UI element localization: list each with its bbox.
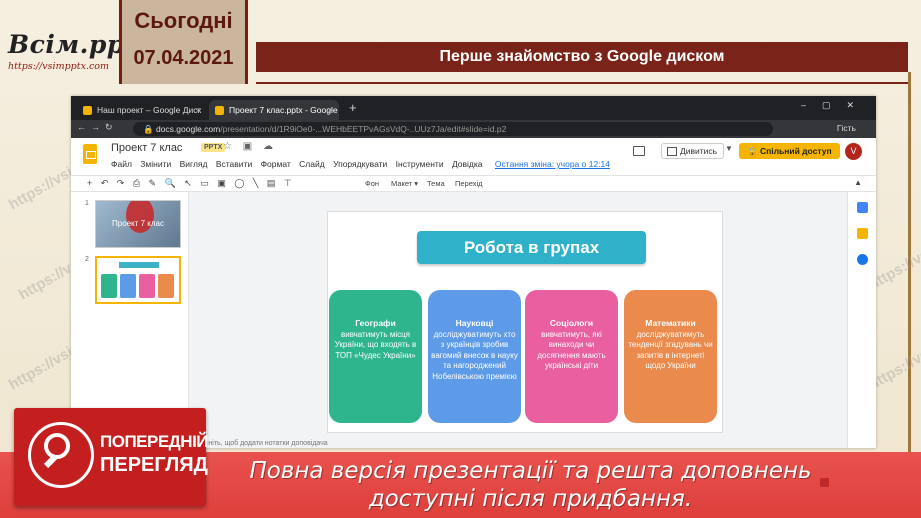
slide-number: 2 [85,256,89,263]
menu-arrange[interactable]: Упорядкувати [333,159,387,169]
profile-button[interactable]: Гість [837,123,856,133]
close-icon[interactable]: × [328,100,333,120]
address-bar: ←→↻ 🔒 docs.google.com/presentation/d/1R9… [71,120,876,138]
chevron-up-icon[interactable]: ▲ [854,178,862,187]
title-icons[interactable]: ☆ ▣ ☁ [223,141,277,152]
document-title[interactable]: Проект 7 клас [111,142,182,154]
preview-badge: ПОПЕРЕДНІЙ ПЕРЕГЛЯД [14,408,209,506]
slide-canvas: Робота в групах Географи вивчатимуть міс… [189,192,857,448]
slide[interactable]: Робота в групах Географи вивчатимуть міс… [327,211,723,433]
url-path: /presentation/d/1R9iOe0-...WEHbEETPvAGsV… [220,124,507,134]
layout-button[interactable]: Макет ▾ [391,179,418,188]
date-value: 07.04.2021 [133,47,234,69]
side-panel [847,192,876,448]
theme-button[interactable]: Тема [427,179,445,188]
close-icon[interactable]: × [196,100,201,120]
page-title: Перше знайомство з Google диском [256,42,908,72]
slides-logo-icon[interactable] [83,144,97,164]
thumbnail-title-bar [119,262,159,268]
share-label: Спільний доступ [759,146,832,156]
menu-edit[interactable]: Змінити [140,159,171,169]
toolbar-icons[interactable]: + ↶ ↷ ⎙ ✎ 🔍 ↖ ▭ ▣ ◯ ╲ ▤ ⊤ [87,178,295,189]
drive-icon [83,106,92,115]
slide-thumbnail-selected[interactable] [95,256,181,304]
browser-tab-slides[interactable]: Проект 7 клас.pptx - Google Пр... × [209,100,339,135]
menu-view[interactable]: Вигляд [180,159,208,169]
card-heading: Соціологи [549,318,594,328]
url-field[interactable]: 🔒 docs.google.com/presentation/d/1R9iOe0… [133,122,773,136]
avatar[interactable]: V [845,143,862,160]
logo-text: Всім.pptx [8,30,153,59]
tasks-icon[interactable] [857,254,868,265]
present-button[interactable]: Дивитись [661,143,725,159]
browser-window: Наш проект – Google Диск × Проект 7 клас… [71,96,876,448]
logo-url: https://vsimpptx.com [8,61,110,72]
menu-file[interactable]: Файл [111,159,132,169]
menu-insert[interactable]: Вставити [216,159,252,169]
slide-heading[interactable]: Робота в групах [417,231,646,264]
menu-slide[interactable]: Слайд [299,159,325,169]
transition-button[interactable]: Перехід [455,179,483,188]
window-controls[interactable]: –▢✕ [801,100,870,111]
chevron-down-icon[interactable]: ▼ [725,144,733,153]
background-button[interactable]: Фон [365,179,379,188]
tab-label: Наш проект – Google Диск [97,105,202,115]
card-heading: Математики [645,318,696,328]
menu-tools[interactable]: Інструменти [396,159,444,169]
site-logo: Всім.pptx https://vsimpptx.com [8,30,153,82]
card-text: вивчатимуть, які винаходи чи досягнення … [537,329,606,371]
last-edit-link[interactable]: Остання зміна: учора о 12:14 [495,159,610,169]
menu-bar: Файл Змінити Вигляд Вставити Формат Слай… [111,159,616,169]
group-card-scientists[interactable]: Науковці досліджуватимуть хто з українці… [428,290,521,423]
card-text: вивчатимуть місця України, що входять в … [334,329,417,360]
thumbnail-card [158,274,174,298]
calendar-icon[interactable] [857,202,868,213]
share-button[interactable]: 🔒 Спільний доступ [739,143,840,159]
card-text: досліджуватимуть тенденції згадувань чи … [628,329,713,371]
thumbnail-title: Проект 7 клас [112,219,164,228]
slides-header: Проект 7 клас PPTX ☆ ▣ ☁ Файл Змінити Ви… [71,138,876,176]
thumbnail-graphic [126,201,154,233]
thumbnail-card [120,274,136,298]
title-divider [256,82,908,84]
preview-label-2: ПЕРЕГЛЯД [100,454,208,476]
slides-icon [215,106,224,115]
nav-buttons[interactable]: ←→↻ [77,122,118,133]
card-heading: Науковці [455,318,494,328]
editing-toolbar: + ↶ ↷ ⎙ ✎ 🔍 ↖ ▭ ▣ ◯ ╲ ▤ ⊤ Фон Макет ▾ Те… [71,176,876,192]
card-heading: Географи [355,318,396,328]
url-host: docs.google.com [155,124,221,134]
group-card-sociologists[interactable]: Соціологи вивчатимуть, які винаходи чи д… [525,290,618,423]
comments-icon[interactable] [633,146,645,156]
browser-tab-drive[interactable]: Наш проект – Google Диск × [77,100,207,120]
keep-icon[interactable] [857,228,868,239]
card-text: досліджуватимуть хто з українців зробив … [431,329,518,381]
preview-label-1: ПОПЕРЕДНІЙ [100,432,209,451]
group-card-geographers[interactable]: Географи вивчатимуть місця України, що в… [329,290,422,423]
slide-thumbnail[interactable]: Проект 7 клас [95,200,181,248]
magnifier-icon [44,433,70,459]
thumbnail-card [139,274,155,298]
speaker-notes-field[interactable]: Натисніть, щоб додати нотатки доповідача [189,440,328,447]
thumbnail-card [101,274,117,298]
group-card-mathematicians[interactable]: Математики досліджуватимуть тенденції зг… [624,290,717,423]
lock-icon: 🔒 [143,124,154,134]
menu-format[interactable]: Формат [261,159,291,169]
new-tab-button[interactable]: + [349,100,357,115]
slide-number: 1 [85,200,89,207]
file-type-badge: PPTX [201,143,226,152]
menu-help[interactable]: Довідка [452,159,483,169]
date-label: Сьогодні [134,8,233,33]
tab-bar: Наш проект – Google Диск × Проект 7 клас… [71,96,876,135]
add-icon[interactable] [820,478,829,487]
date-box: Сьогодні 07.04.2021 [119,0,248,84]
